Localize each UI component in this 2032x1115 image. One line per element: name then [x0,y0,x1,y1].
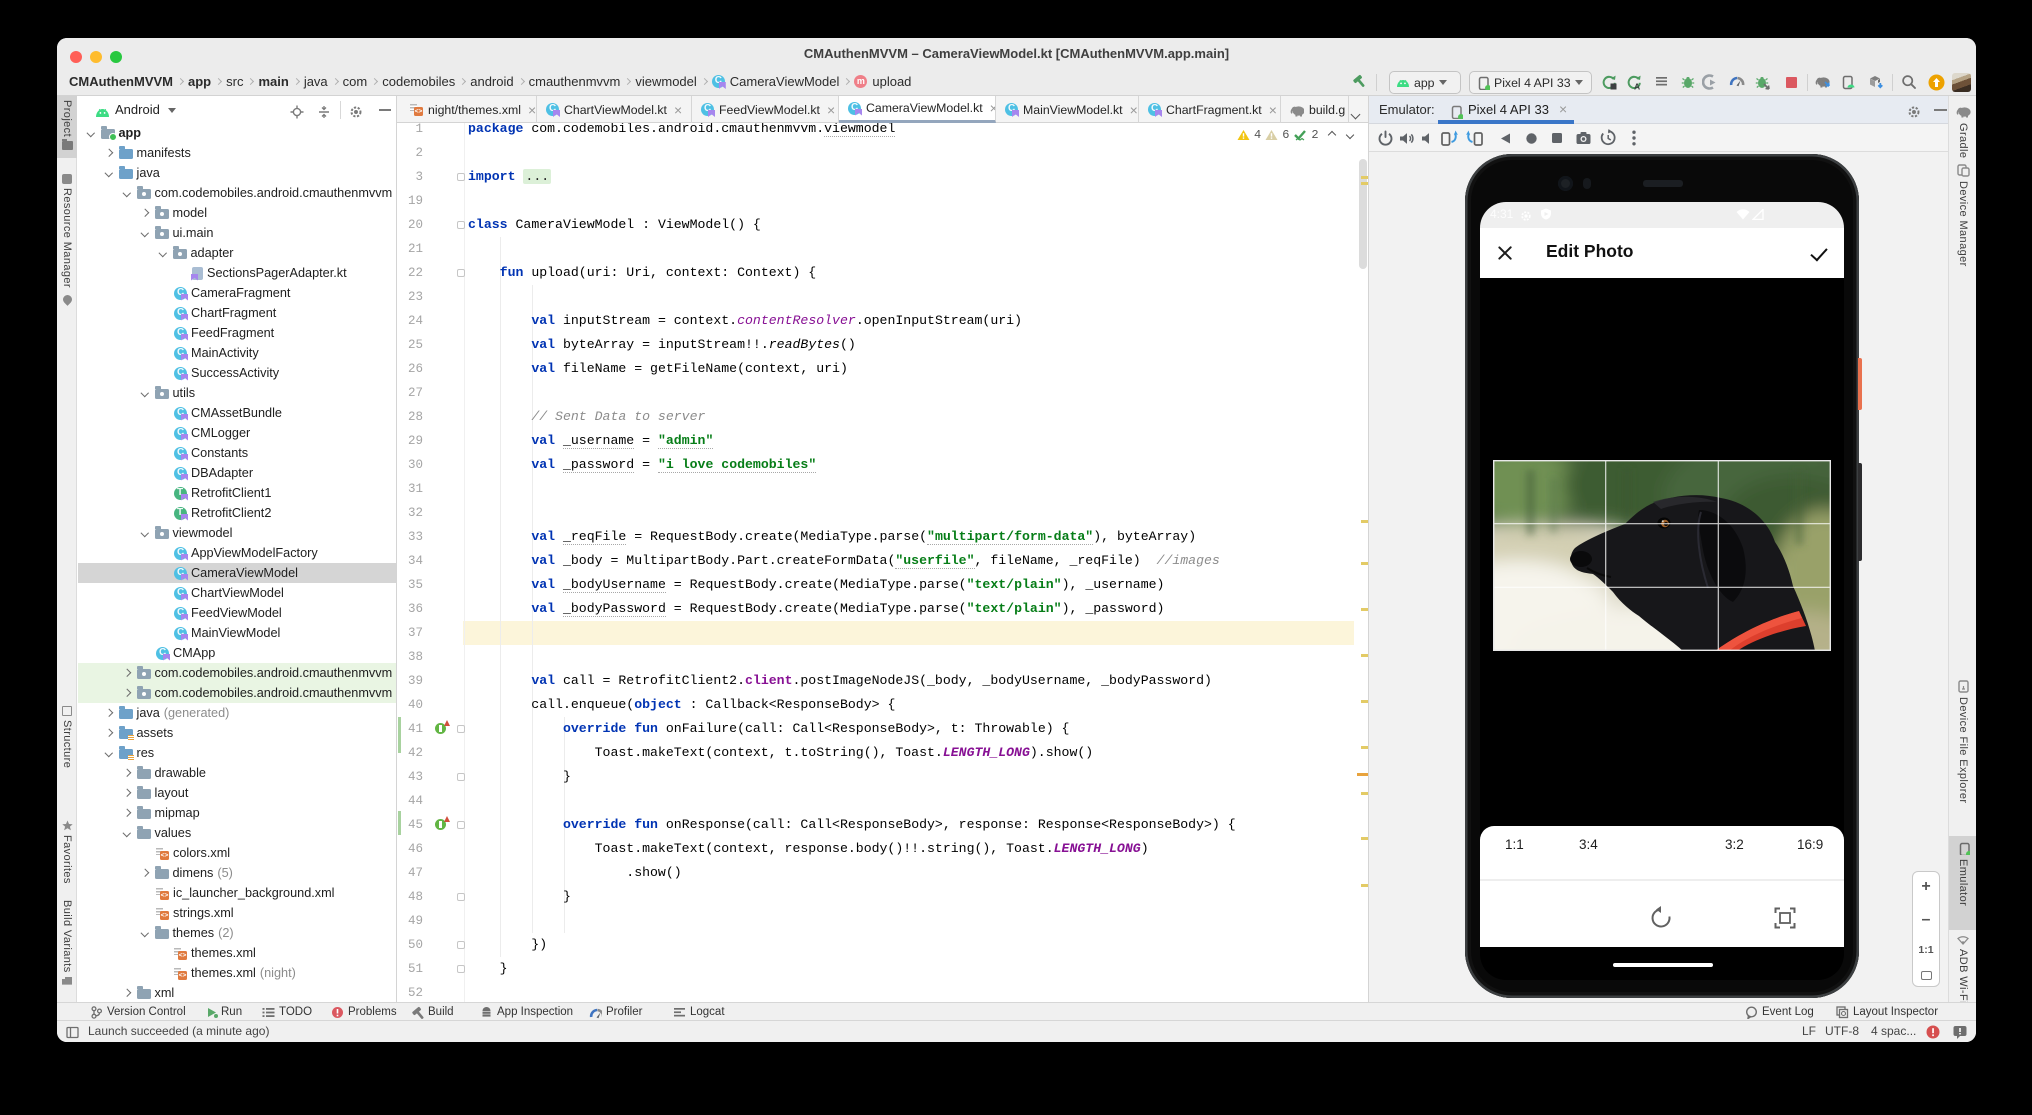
svg-text:A: A [1634,82,1640,91]
